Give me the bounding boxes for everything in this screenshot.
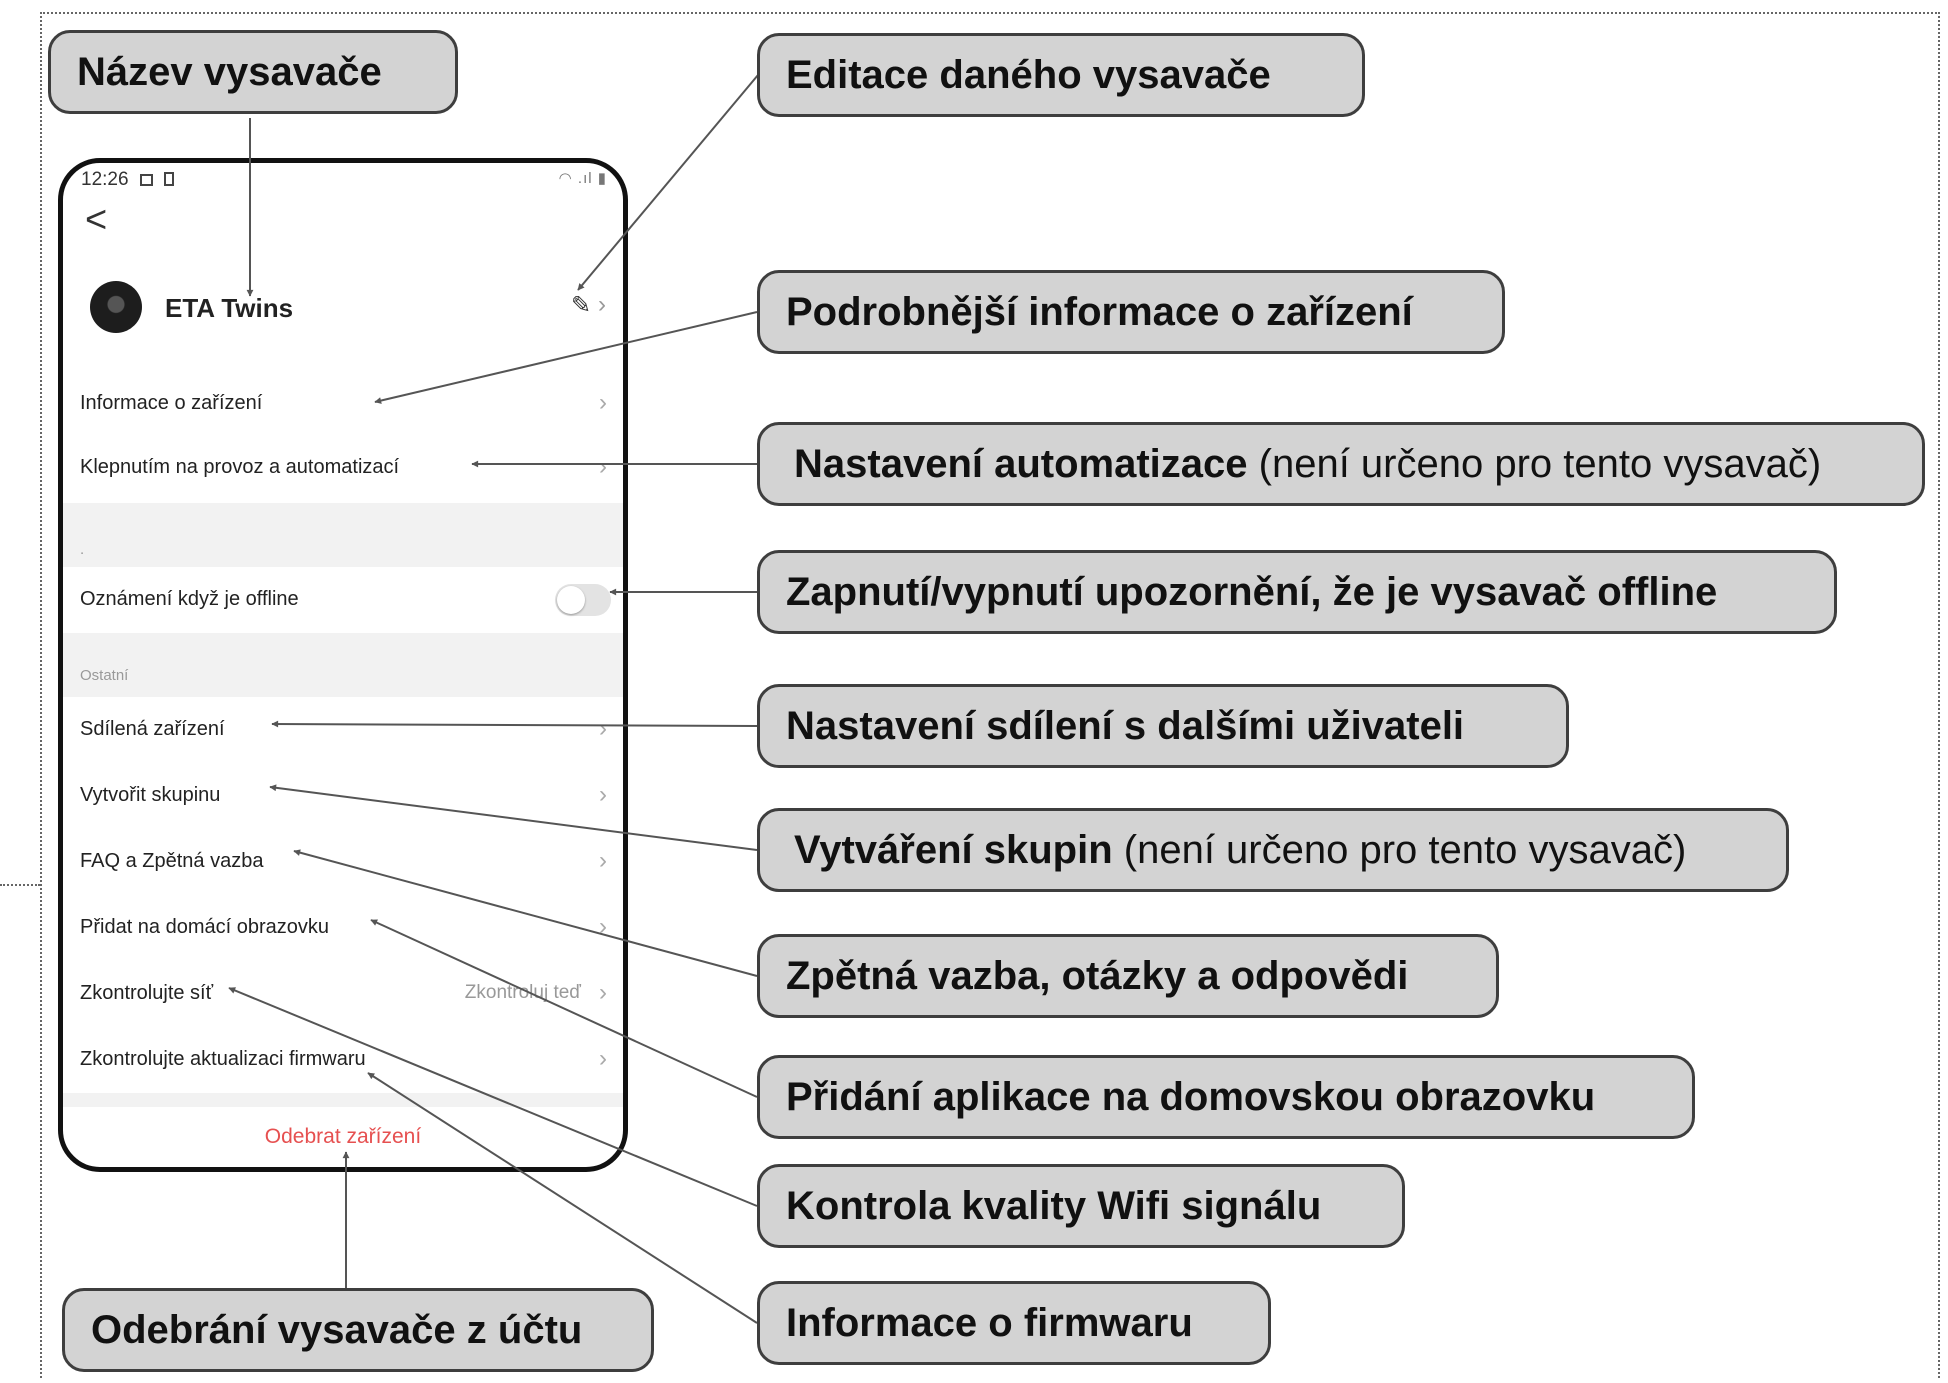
chevron-right-icon: › bbox=[599, 453, 607, 480]
row-check-network[interactable]: Zkontrolujte síť Zkontroluj teď › bbox=[63, 961, 623, 1025]
chevron-right-icon: › bbox=[599, 979, 607, 1006]
chevron-right-icon: › bbox=[599, 715, 607, 742]
callout-text: Kontrola kvality Wifi signálu bbox=[786, 1183, 1322, 1228]
row-automation[interactable]: Klepnutím na provoz a automatizací › bbox=[63, 435, 623, 499]
callout-name: Název vysavače bbox=[48, 30, 458, 114]
device-avatar bbox=[90, 281, 142, 333]
chevron-right-icon[interactable]: › bbox=[598, 291, 606, 319]
section-label: Ostatní bbox=[80, 667, 129, 684]
signal-icons: ◠ .ıl ▮ bbox=[558, 170, 607, 187]
image-icon bbox=[139, 174, 153, 186]
callout-wifi: Kontrola kvality Wifi signálu bbox=[757, 1164, 1405, 1248]
row-label: Přidat na domácí obrazovku bbox=[80, 916, 330, 938]
chevron-right-icon: › bbox=[599, 913, 607, 940]
offline-toggle[interactable] bbox=[555, 584, 611, 616]
status-time: 12:26 bbox=[81, 169, 129, 190]
callout-feedback: Zpětná vazba, otázky a odpovědi bbox=[757, 934, 1499, 1018]
callout-text: Zpětná vazba, otázky a odpovědi bbox=[786, 953, 1409, 998]
callout-device-info: Podrobnější informace o zařízení bbox=[757, 270, 1505, 354]
callout-firmware: Informace o firmwaru bbox=[757, 1281, 1271, 1365]
edit-pencil-icon[interactable]: ✎ bbox=[571, 291, 591, 320]
row-faq[interactable]: FAQ a Zpětná vazba › bbox=[63, 829, 623, 893]
callout-text: Název vysavače bbox=[77, 49, 382, 94]
callout-automation: Nastavení automatizace (není určeno pro … bbox=[757, 422, 1925, 506]
row-firmware[interactable]: Zkontrolujte aktualizaci firmwaru › bbox=[63, 1027, 623, 1091]
section-divider bbox=[63, 1093, 623, 1107]
row-label: Klepnutím na provoz a automatizací bbox=[80, 456, 400, 478]
callout-text: Odebrání vysavače z účtu bbox=[91, 1307, 583, 1352]
callout-home-screen: Přidání aplikace na domovskou obrazovku bbox=[757, 1055, 1695, 1139]
back-arrow-icon[interactable]: < bbox=[85, 201, 107, 239]
row-create-group[interactable]: Vytvořit skupinu › bbox=[63, 763, 623, 827]
row-label: Informace o zařízení bbox=[80, 392, 263, 414]
callout-text-bold: Nastavení automatizace bbox=[794, 441, 1248, 486]
section-header-other: Ostatní bbox=[63, 633, 623, 697]
callout-text: Informace o firmwaru bbox=[786, 1300, 1193, 1345]
callout-text-note: (není určeno pro tento vysavač) bbox=[1112, 827, 1687, 872]
row-device-info[interactable]: Informace o zařízení › bbox=[63, 371, 623, 435]
section-divider: . bbox=[63, 503, 623, 567]
callout-offline: Zapnutí/vypnutí upozornění, že je vysava… bbox=[757, 550, 1837, 634]
callout-text: Zapnutí/vypnutí upozornění, že je vysava… bbox=[786, 569, 1718, 614]
callout-text: Podrobnější informace o zařízení bbox=[786, 289, 1413, 334]
row-label: Sdílená zařízení bbox=[80, 718, 225, 740]
callout-text: Přidání aplikace na domovskou obrazovku bbox=[786, 1074, 1596, 1119]
callout-text: Nastavení sdílení s dalšími uživateli bbox=[786, 703, 1465, 748]
chevron-right-icon: › bbox=[599, 1045, 607, 1072]
battery-small-icon bbox=[164, 172, 175, 186]
row-offline-notify: Oznámení když je offline bbox=[63, 567, 623, 631]
section-label: . bbox=[80, 541, 85, 558]
callout-groups: Vytváření skupin (není určeno pro tento … bbox=[757, 808, 1789, 892]
row-shared-devices[interactable]: Sdílená zařízení › bbox=[63, 697, 623, 761]
row-label: Vytvořit skupinu bbox=[80, 784, 221, 806]
callout-text: Editace daného vysavače bbox=[786, 52, 1271, 97]
callout-text-note: (není určeno pro tento vysavač) bbox=[1247, 441, 1822, 486]
toggle-knob bbox=[557, 586, 585, 614]
device-name: ETA Twins bbox=[165, 293, 294, 323]
dotted-line-left bbox=[0, 884, 40, 886]
row-label: Zkontrolujte síť bbox=[80, 982, 214, 1004]
callout-remove: Odebrání vysavače z účtu bbox=[62, 1288, 654, 1372]
callout-sharing: Nastavení sdílení s dalšími uživateli bbox=[757, 684, 1569, 768]
row-label: FAQ a Zpětná vazba bbox=[80, 850, 264, 872]
chevron-right-icon: › bbox=[599, 389, 607, 416]
chevron-right-icon: › bbox=[599, 781, 607, 808]
row-value: Zkontroluj teď bbox=[464, 982, 581, 1003]
row-label: Oznámení když je offline bbox=[80, 588, 299, 610]
callout-text-bold: Vytváření skupin bbox=[794, 827, 1113, 872]
row-home-screen[interactable]: Přidat na domácí obrazovku › bbox=[63, 895, 623, 959]
remove-device-button[interactable]: Odebrat zařízení bbox=[63, 1125, 623, 1149]
callout-edit: Editace daného vysavače bbox=[757, 33, 1365, 117]
phone-screen: 12:26 ◠ .ıl ▮ < ETA Twins ✎ › Informace … bbox=[58, 158, 628, 1172]
row-label: Zkontrolujte aktualizaci firmwaru bbox=[80, 1048, 366, 1070]
status-bar: 12:26 bbox=[81, 169, 175, 191]
chevron-right-icon: › bbox=[599, 847, 607, 874]
